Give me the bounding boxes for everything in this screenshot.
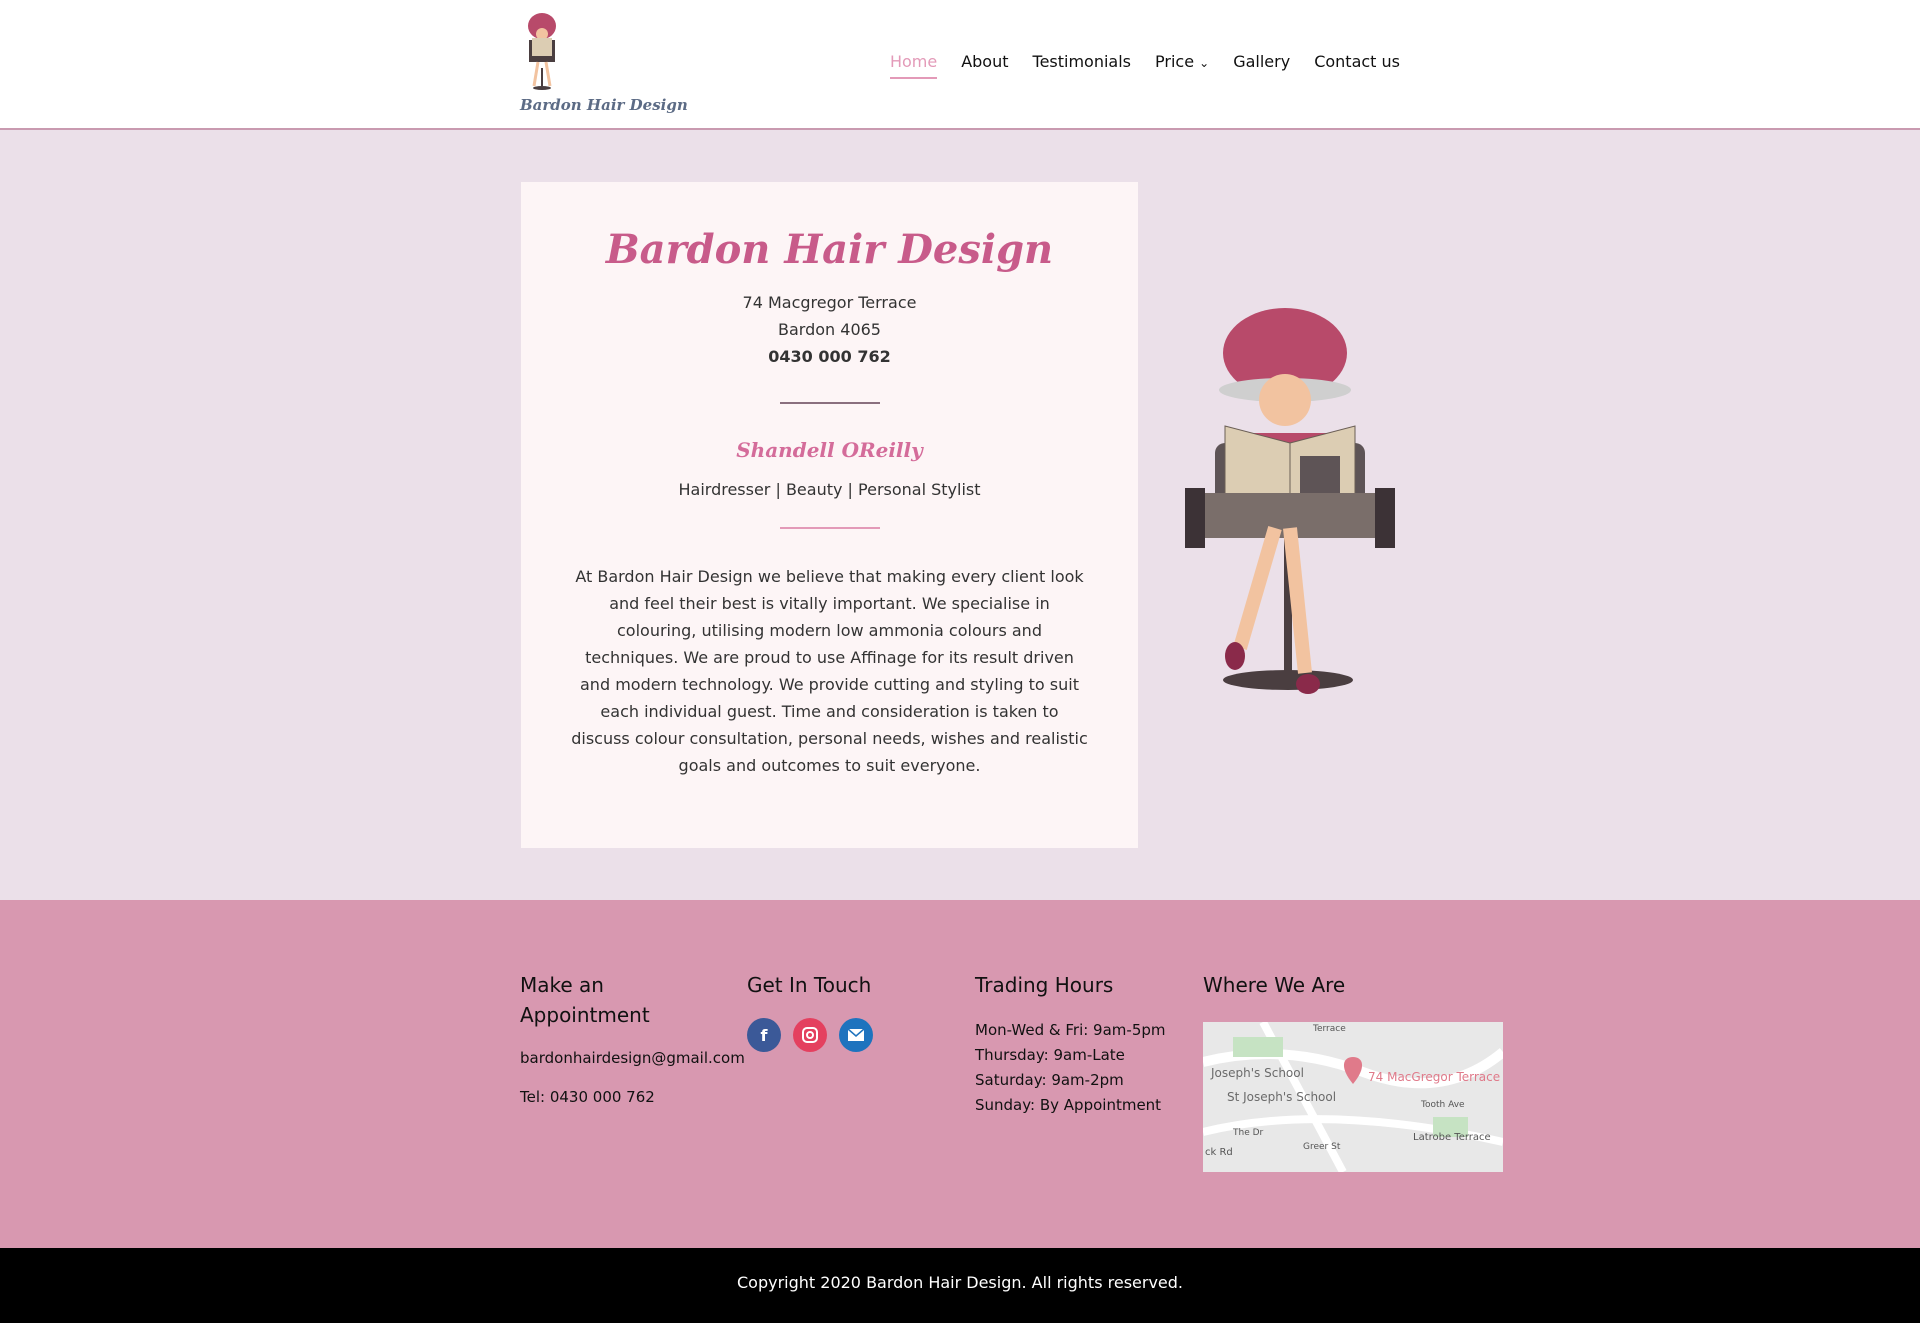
hours-line: Sunday: By Appointment bbox=[975, 1096, 1162, 1114]
hero-section: Bardon Hair Design 74 Macgregor Terrace … bbox=[0, 130, 1920, 900]
salon-description: At Bardon Hair Design we believe that ma… bbox=[571, 567, 1088, 775]
appointment-heading-line1: Make an bbox=[520, 973, 604, 997]
map-label-school1: Joseph's School bbox=[1211, 1066, 1304, 1080]
instagram-icon[interactable] bbox=[793, 1018, 827, 1052]
copyright-bar: Copyright 2020 Bardon Hair Design. All r… bbox=[0, 1248, 1920, 1323]
site-header: Bardon Hair Design Home About Testimonia… bbox=[0, 0, 1920, 130]
salon-woman-illustration bbox=[1185, 308, 1395, 694]
logo-text[interactable]: Bardon Hair Design bbox=[520, 96, 688, 114]
page-title: Bardon Hair Design bbox=[605, 226, 1054, 273]
main-nav: Home About Testimonials Price ⌄ Gallery … bbox=[889, 52, 1400, 79]
chevron-down-icon: ⌄ bbox=[1199, 56, 1210, 70]
site-footer: Make an Appointment bardonhairdesign@gma… bbox=[0, 900, 1920, 1248]
address: 74 Macgregor Terrace Bardon 4065 0430 00… bbox=[521, 289, 1138, 370]
nav-testimonials[interactable]: Testimonials bbox=[1033, 52, 1132, 79]
stylist-roles: Hairdresser | Beauty | Personal Stylist bbox=[678, 480, 981, 499]
location-map[interactable]: Joseph's School St Joseph's School 74 Ma… bbox=[1203, 1022, 1503, 1172]
intro-card: Bardon Hair Design 74 Macgregor Terrace … bbox=[521, 182, 1138, 848]
nav-price-label: Price bbox=[1155, 52, 1195, 71]
phone-number: 0430 000 762 bbox=[768, 347, 891, 366]
map-label-street: Latrobe Terrace bbox=[1413, 1132, 1491, 1143]
hours-line: Saturday: 9am-2pm bbox=[975, 1071, 1124, 1089]
touch-heading: Get In Touch bbox=[747, 973, 872, 997]
nav-gallery[interactable]: Gallery bbox=[1233, 52, 1290, 79]
nav-price[interactable]: Price ⌄ bbox=[1155, 52, 1209, 79]
email-icon[interactable] bbox=[839, 1018, 873, 1052]
nav-about[interactable]: About bbox=[961, 52, 1008, 79]
divider bbox=[779, 402, 880, 404]
appointment-heading: Make an Appointment bbox=[520, 970, 740, 1030]
copyright-text: Copyright 2020 Bardon Hair Design. All r… bbox=[737, 1273, 1183, 1292]
map-label-street: The Dr bbox=[1233, 1128, 1264, 1138]
footer-trading-hours: Trading Hours Mon-Wed & Fri: 9am-5pm Thu… bbox=[975, 970, 1185, 1118]
contact-email[interactable]: bardonhairdesign@gmail.com bbox=[520, 1046, 745, 1071]
hours-list: Mon-Wed & Fri: 9am-5pm Thursday: 9am-Lat… bbox=[975, 1018, 1185, 1118]
social-links: f bbox=[747, 1018, 957, 1052]
footer-get-in-touch: Get In Touch f bbox=[747, 970, 957, 1052]
contact-tel[interactable]: Tel: 0430 000 762 bbox=[520, 1085, 740, 1110]
appointment-heading-line2: Appointment bbox=[520, 1003, 650, 1027]
map-label-street: ck Rd bbox=[1205, 1147, 1233, 1158]
nav-home[interactable]: Home bbox=[889, 52, 938, 79]
hours-heading: Trading Hours bbox=[975, 973, 1114, 997]
map-label-street: Tooth Ave bbox=[1421, 1100, 1465, 1110]
footer-where-we-are: Where We Are Joseph's School St Joseph's… bbox=[1203, 970, 1503, 1172]
nav-contact[interactable]: Contact us bbox=[1314, 52, 1400, 79]
address-line2: Bardon 4065 bbox=[778, 320, 881, 339]
map-pin-label: 74 MacGregor Terrace bbox=[1368, 1070, 1501, 1084]
stylist-name: Shandell OReilly bbox=[736, 438, 923, 462]
facebook-icon[interactable]: f bbox=[747, 1018, 781, 1052]
address-line1: 74 Macgregor Terrace bbox=[742, 293, 917, 312]
map-label-school2: St Joseph's School bbox=[1227, 1090, 1337, 1104]
divider-pink bbox=[779, 527, 880, 529]
footer-appointment: Make an Appointment bardonhairdesign@gma… bbox=[520, 970, 745, 1110]
hours-line: Thursday: 9am-Late bbox=[975, 1046, 1125, 1064]
hours-line: Mon-Wed & Fri: 9am-5pm bbox=[975, 1021, 1166, 1039]
where-heading: Where We Are bbox=[1203, 973, 1346, 997]
map-label-street: Terrace bbox=[1313, 1024, 1346, 1034]
map-label-street: Greer St bbox=[1303, 1142, 1341, 1152]
